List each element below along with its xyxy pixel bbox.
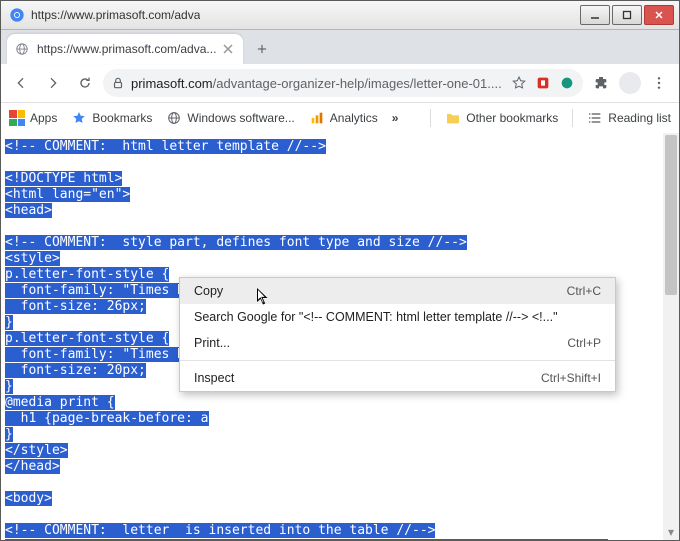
folder-icon xyxy=(445,110,461,126)
extension-icon-b[interactable] xyxy=(559,75,575,91)
tab-active[interactable]: https://www.primasoft.com/adva... xyxy=(7,34,243,64)
forward-button[interactable] xyxy=(39,69,67,97)
menu-button[interactable] xyxy=(645,69,673,97)
tab-strip: https://www.primasoft.com/adva... xyxy=(1,30,679,64)
bookmark-other[interactable]: Other bookmarks xyxy=(445,110,558,126)
address-toolbar: primasoft.com/advantage-organizer-help/i… xyxy=(1,64,679,103)
star-icon[interactable] xyxy=(511,75,527,91)
star-icon xyxy=(71,110,87,126)
apps-icon xyxy=(9,110,25,126)
url-text: primasoft.com/advantage-organizer-help/i… xyxy=(131,76,505,91)
bookmarks-bar: Apps Bookmarks Windows software... Analy… xyxy=(1,103,679,134)
analytics-icon xyxy=(309,110,325,126)
list-icon xyxy=(587,110,603,126)
context-menu-item[interactable]: Print...Ctrl+P xyxy=(180,330,615,356)
app-icon xyxy=(9,7,25,23)
extension-icon-a[interactable] xyxy=(535,75,551,91)
os-titlebar: https://www.primasoft.com/adva xyxy=(1,1,679,30)
globe-icon xyxy=(15,42,29,56)
extensions-button[interactable] xyxy=(587,69,615,97)
reading-list-button[interactable]: Reading list xyxy=(587,110,671,126)
lock-icon xyxy=(111,76,125,90)
bookmark-windows-software[interactable]: Windows software... xyxy=(166,110,294,126)
overflow-chevron[interactable]: » xyxy=(392,111,399,125)
mouse-cursor-icon xyxy=(256,287,270,307)
address-bar[interactable]: primasoft.com/advantage-organizer-help/i… xyxy=(103,69,583,97)
maximize-button[interactable] xyxy=(612,5,642,25)
minimize-button[interactable] xyxy=(580,5,610,25)
close-button[interactable] xyxy=(644,5,674,25)
new-tab-button[interactable] xyxy=(249,36,275,62)
scroll-down-icon[interactable]: ▾ xyxy=(663,524,679,540)
tab-title: https://www.primasoft.com/adva... xyxy=(37,42,221,56)
context-menu-item[interactable]: Search Google for "<!-- COMMENT: html le… xyxy=(180,304,615,330)
context-menu-item[interactable]: InspectCtrl+Shift+I xyxy=(180,365,615,391)
reload-button[interactable] xyxy=(71,69,99,97)
context-menu-separator xyxy=(180,360,615,361)
window-title: https://www.primasoft.com/adva xyxy=(31,8,200,22)
profile-avatar[interactable] xyxy=(619,72,641,94)
vertical-scrollbar[interactable]: ▴ ▾ xyxy=(663,133,679,540)
globe-icon xyxy=(166,110,182,126)
scroll-thumb[interactable] xyxy=(665,135,677,295)
back-button[interactable] xyxy=(7,69,35,97)
browser-window: https://www.primasoft.com/adva https://w… xyxy=(0,0,680,541)
bookmark-analytics[interactable]: Analytics xyxy=(309,110,378,126)
tab-close-icon[interactable] xyxy=(221,42,235,56)
bookmark-apps[interactable]: Apps xyxy=(9,110,57,126)
plus-icon xyxy=(255,42,269,56)
context-menu-item[interactable]: CopyCtrl+C xyxy=(180,278,615,304)
context-menu: CopyCtrl+CSearch Google for "<!-- COMMEN… xyxy=(179,277,616,392)
bookmark-bookmarks[interactable]: Bookmarks xyxy=(71,110,152,126)
